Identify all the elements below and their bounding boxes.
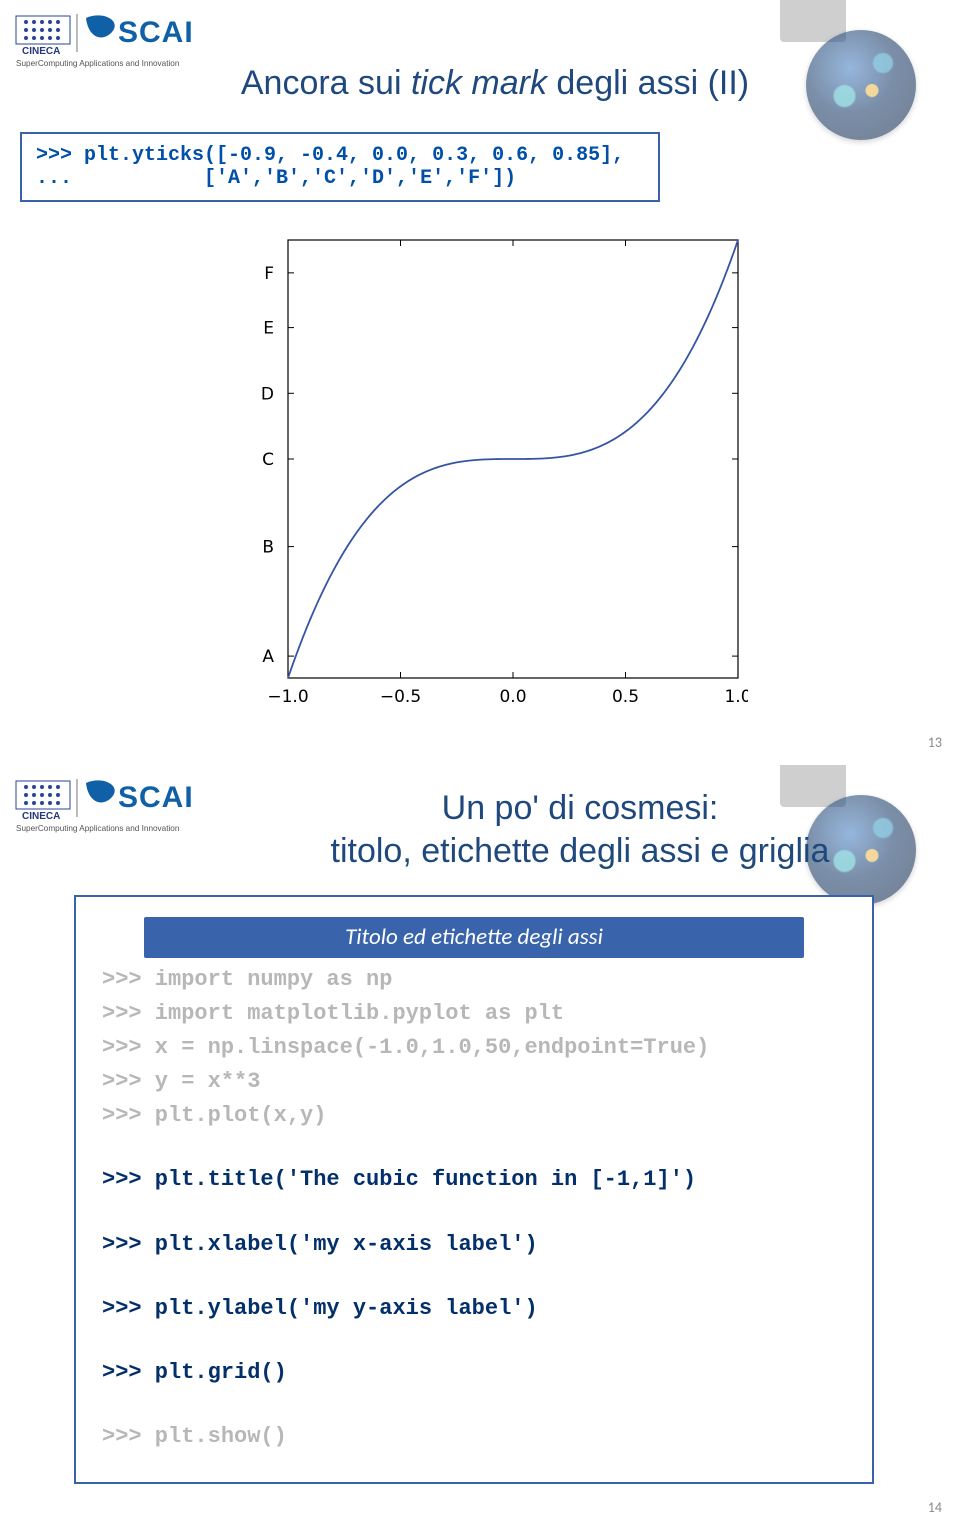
svg-text:SCAI: SCAI (118, 16, 194, 49)
cmd-show: >>> plt.show() (102, 1420, 850, 1454)
cubic-chart: −1.0 −0.5 0.0 0.5 1.0 A B C D E F (238, 228, 748, 718)
chart-svg: −1.0 −0.5 0.0 0.5 1.0 A B C D E F (238, 228, 748, 718)
cmd-ylabel: >>> plt.ylabel('my y-axis label') (102, 1292, 850, 1326)
code-line-1: >>> plt.yticks([-0.9, -0.4, 0.0, 0.3, 0.… (36, 144, 644, 167)
page-number-14: 14 (928, 1499, 942, 1516)
svg-text:0.5: 0.5 (612, 687, 639, 707)
code-line-2: ... ['A','B','C','D','E','F']) (36, 167, 644, 190)
import-line-1: >>> import numpy as np (102, 963, 850, 997)
import-line-3: >>> x = np.linspace(-1.0,1.0,50,endpoint… (102, 1031, 850, 1065)
import-line-2: >>> import matplotlib.pyplot as plt (102, 997, 850, 1031)
slide-title: Ancora sui tick mark degli assi (II) (70, 64, 920, 103)
svg-text:E: E (263, 319, 274, 339)
svg-text:SuperComputing Applications an: SuperComputing Applications and Innovati… (16, 824, 180, 833)
slide-1: CINECA SCAI SuperComputing Applications … (0, 0, 960, 765)
cmd-title: >>> plt.title('The cubic function in [-1… (102, 1163, 850, 1197)
svg-text:A: A (262, 647, 274, 667)
title-part2: degli assi (II) (547, 64, 749, 102)
svg-text:−0.5: −0.5 (380, 687, 421, 707)
logo-block: CINECA SCAI SuperComputing Applications … (14, 773, 254, 835)
svg-text:−1.0: −1.0 (267, 687, 308, 707)
title-line2: titolo, etichette degli assi e griglia (331, 832, 830, 870)
code-box-main: >>> import numpy as np >>> import matplo… (74, 895, 874, 1484)
title-italic: tick mark (411, 64, 547, 102)
logo-block: CINECA SCAI SuperComputing Applications … (14, 8, 254, 70)
cmd-xlabel: >>> plt.xlabel('my x-axis label') (102, 1228, 850, 1262)
cmd-grid: >>> plt.grid() (102, 1356, 850, 1390)
page-number-13: 13 (928, 734, 942, 751)
import-line-4: >>> y = x**3 (102, 1065, 850, 1099)
title-line1: Un po' di cosmesi: (442, 789, 719, 827)
svg-text:C: C (262, 450, 274, 470)
svg-text:SCAI: SCAI (118, 781, 194, 814)
svg-text:CINECA: CINECA (22, 46, 60, 57)
scai-logo-svg: CINECA SCAI SuperComputing Applications … (14, 8, 254, 70)
import-line-5: >>> plt.plot(x,y) (102, 1099, 850, 1133)
svg-text:0.0: 0.0 (499, 687, 526, 707)
section-bar: Titolo ed etichette degli assi (144, 917, 804, 958)
svg-text:B: B (262, 538, 274, 558)
slide-title: Un po' di cosmesi: titolo, etichette deg… (260, 787, 900, 872)
svg-text:1.0: 1.0 (724, 687, 748, 707)
svg-text:D: D (261, 384, 274, 404)
slide-2: CINECA SCAI SuperComputing Applications … (0, 765, 960, 1530)
svg-text:CINECA: CINECA (22, 811, 60, 822)
title-part1: Ancora sui (241, 64, 411, 102)
code-box-yticks: >>> plt.yticks([-0.9, -0.4, 0.0, 0.3, 0.… (20, 132, 660, 202)
scai-logo-svg: CINECA SCAI SuperComputing Applications … (14, 773, 254, 835)
svg-text:F: F (264, 264, 274, 284)
